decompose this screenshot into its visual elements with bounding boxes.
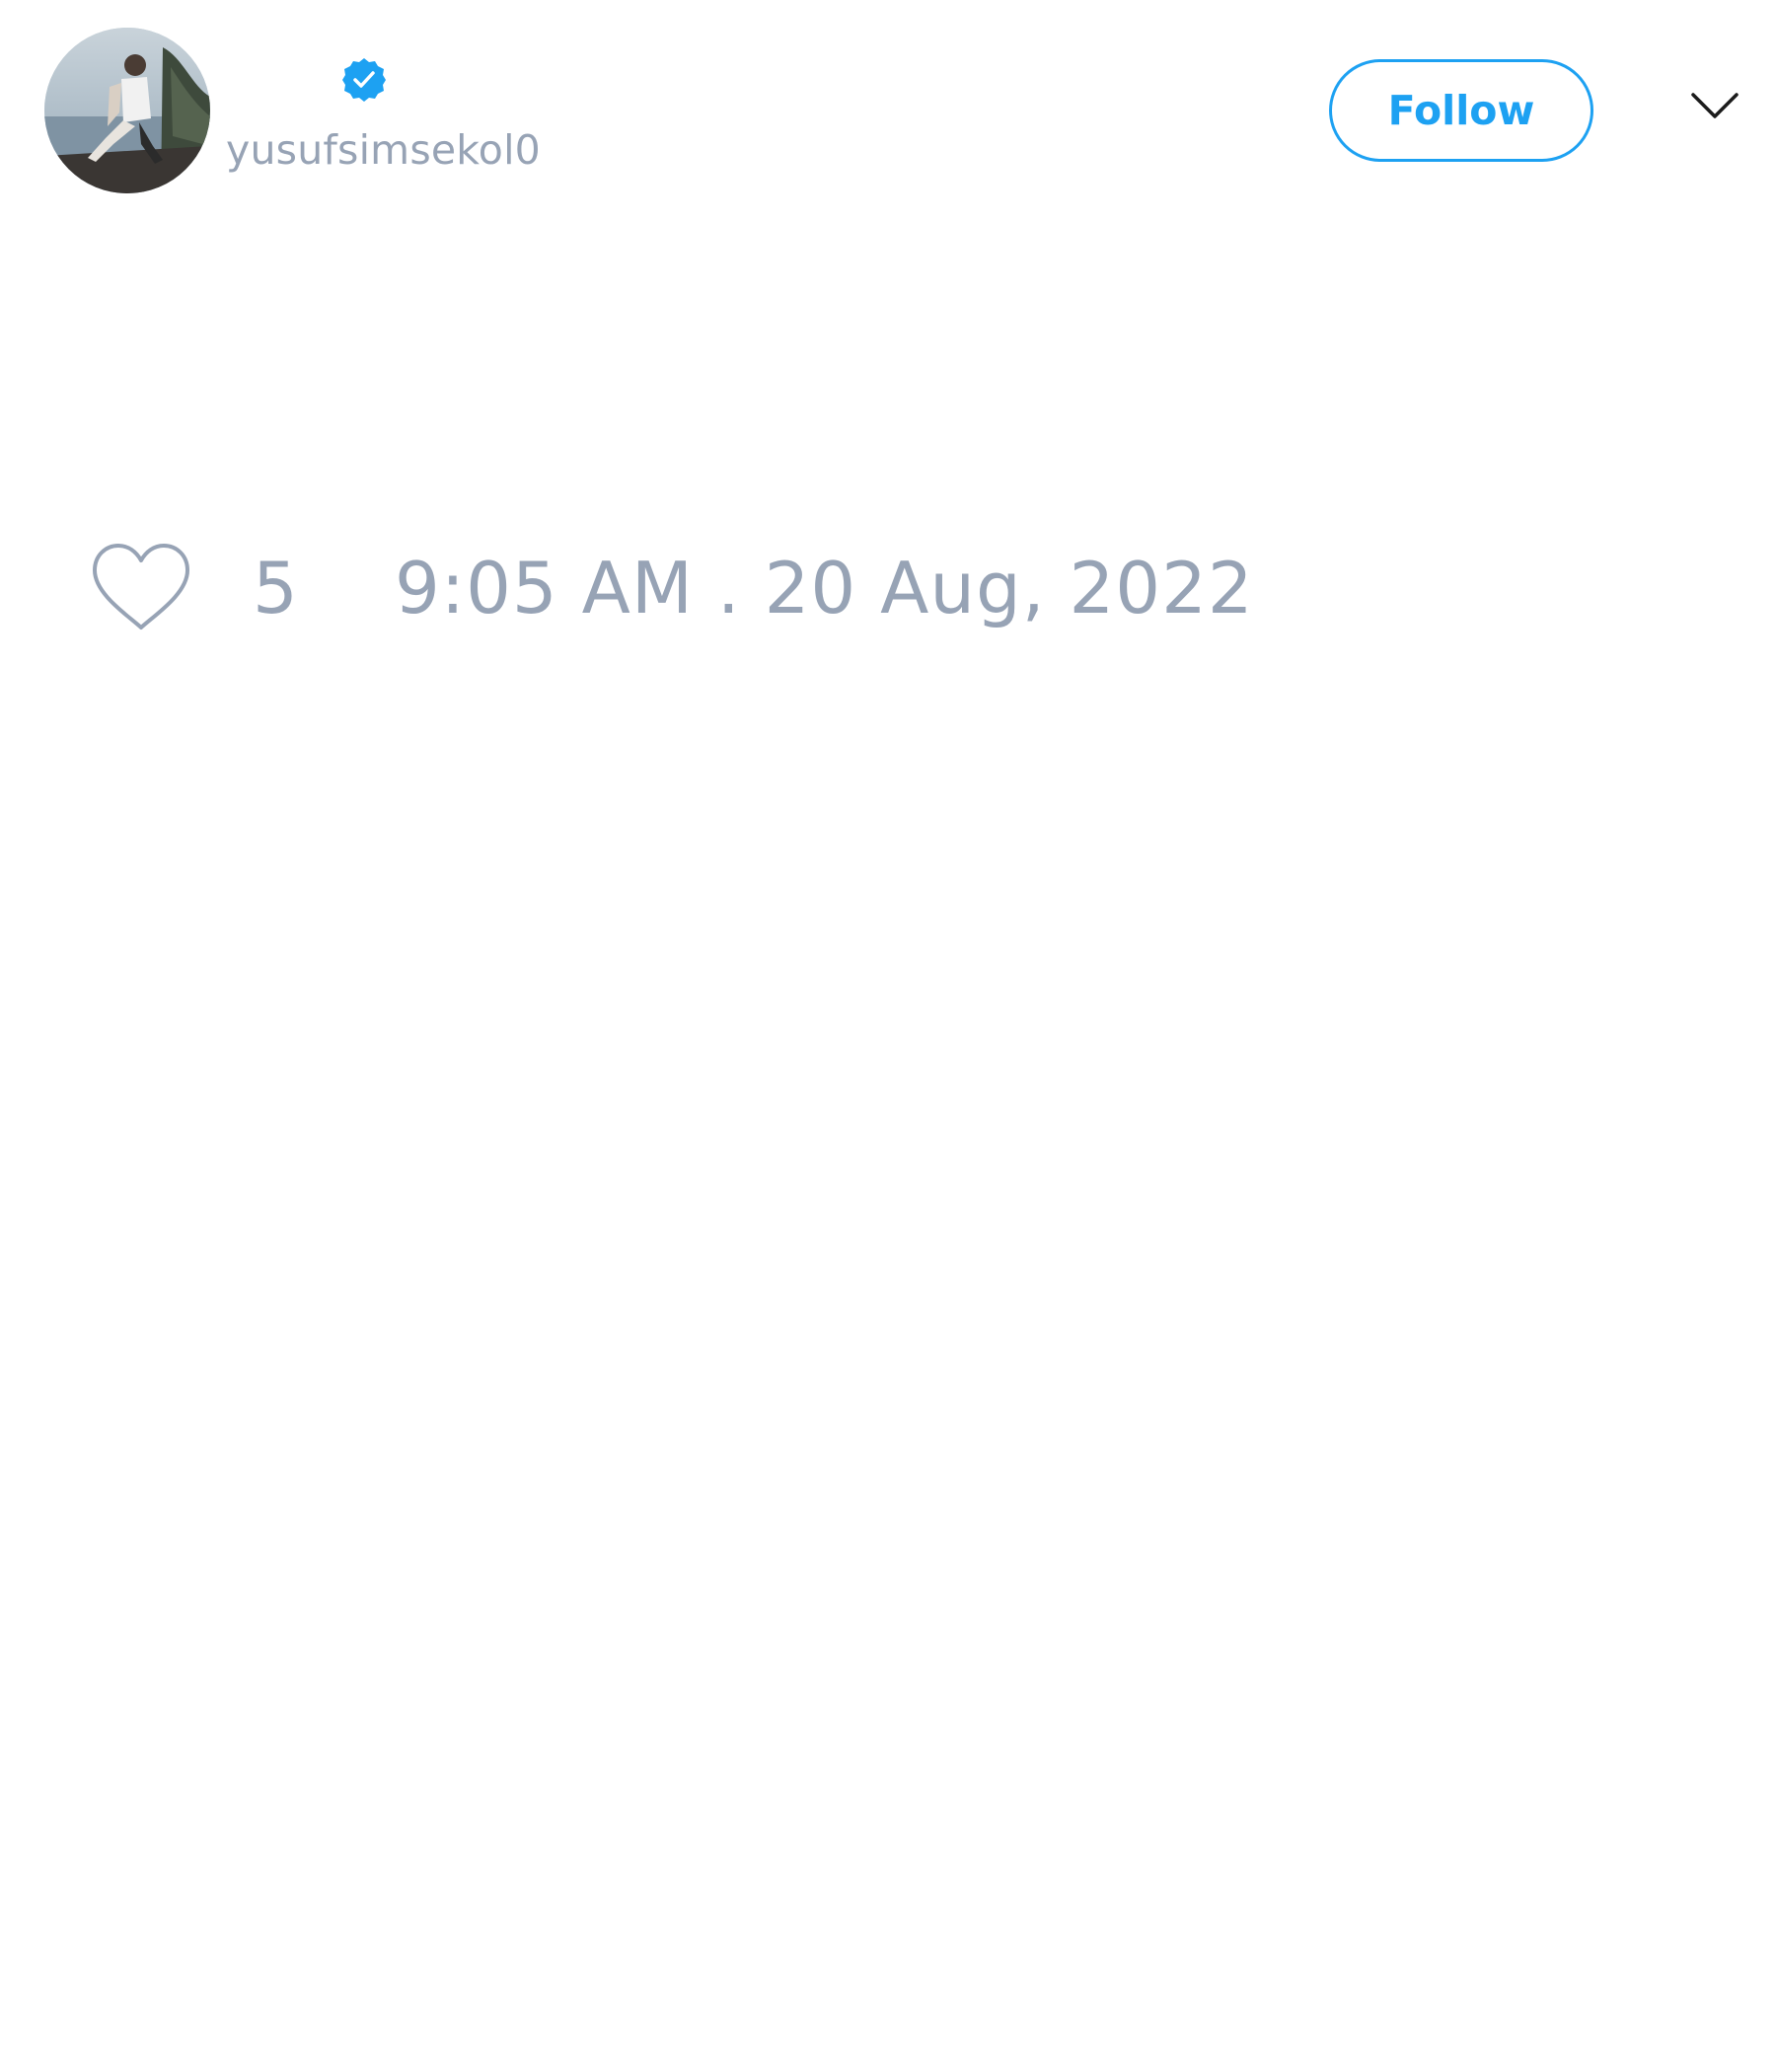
- like-count: 5: [253, 547, 298, 629]
- chevron-down-icon[interactable]: [1689, 89, 1740, 122]
- author-handle[interactable]: yusufsimsekol0: [226, 126, 541, 174]
- tweet-timestamp[interactable]: 9:05 AM . 20 Aug, 2022: [395, 549, 1254, 628]
- verified-badge-icon: [342, 58, 386, 102]
- follow-button[interactable]: Follow: [1329, 59, 1593, 162]
- heart-icon[interactable]: [89, 541, 193, 635]
- avatar[interactable]: [44, 28, 210, 193]
- profile-photo: [44, 28, 210, 193]
- tweet-card: yusufsimsekol0 Follow 5 9:05 AM . 20 Aug…: [0, 0, 1776, 2072]
